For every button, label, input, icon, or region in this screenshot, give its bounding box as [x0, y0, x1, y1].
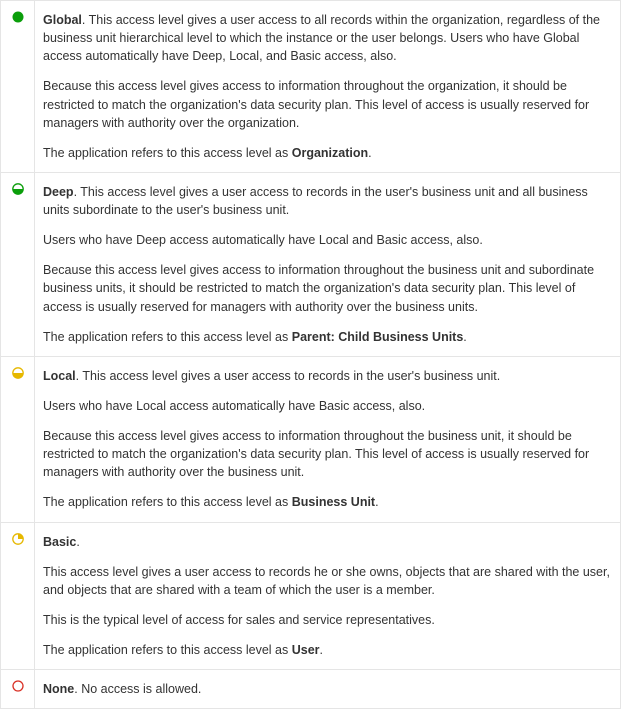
ref-bold: Business Unit — [292, 495, 375, 509]
desc-p1-text: . — [76, 535, 79, 549]
desc-p2: Users who have Deep access automatically… — [43, 231, 612, 249]
ref-bold: User — [292, 643, 320, 657]
desc-p1-text: . This access level gives a user access … — [43, 185, 588, 217]
table-row: Deep. This access level gives a user acc… — [1, 172, 621, 356]
description-cell: Deep. This access level gives a user acc… — [35, 172, 621, 356]
desc-p2: Users who have Local access automaticall… — [43, 397, 612, 415]
desc-p3: Because this access level gives access t… — [43, 261, 612, 315]
icon-cell — [1, 356, 35, 522]
description-cell: Global. This access level gives a user a… — [35, 1, 621, 173]
desc-p1-text: . This access level gives a user access … — [43, 13, 600, 63]
description-cell: None. No access is allowed. — [35, 670, 621, 709]
ref-suffix: . — [463, 330, 466, 344]
desc-p1: Deep. This access level gives a user acc… — [43, 183, 612, 219]
table-row: None. No access is allowed. — [1, 670, 621, 709]
level-name: Local — [43, 369, 76, 383]
desc-p1: Global. This access level gives a user a… — [43, 11, 612, 65]
desc-p2: This access level gives a user access to… — [43, 563, 612, 599]
desc-p1-text: . No access is allowed. — [74, 682, 201, 696]
description-cell: Local. This access level gives a user ac… — [35, 356, 621, 522]
icon-cell — [1, 1, 35, 173]
none-icon — [12, 680, 24, 692]
desc-p1: None. No access is allowed. — [43, 680, 612, 698]
level-name: None — [43, 682, 74, 696]
local-icon — [12, 367, 24, 379]
ref-prefix: The application refers to this access le… — [43, 495, 292, 509]
ref-suffix: . — [320, 643, 323, 657]
desc-ref: The application refers to this access le… — [43, 493, 612, 511]
desc-p1: Basic. — [43, 533, 612, 551]
icon-cell — [1, 522, 35, 670]
desc-p1: Local. This access level gives a user ac… — [43, 367, 612, 385]
ref-suffix: . — [375, 495, 378, 509]
icon-cell — [1, 172, 35, 356]
ref-prefix: The application refers to this access le… — [43, 643, 292, 657]
icon-cell — [1, 670, 35, 709]
ref-suffix: . — [368, 146, 371, 160]
table-row: Basic. This access level gives a user ac… — [1, 522, 621, 670]
level-name: Deep — [43, 185, 74, 199]
description-cell: Basic. This access level gives a user ac… — [35, 522, 621, 670]
desc-p2: Because this access level gives access t… — [43, 77, 612, 131]
desc-ref: The application refers to this access le… — [43, 144, 612, 162]
desc-ref: The application refers to this access le… — [43, 641, 612, 659]
ref-bold: Organization — [292, 146, 368, 160]
desc-p1-text: . This access level gives a user access … — [76, 369, 501, 383]
desc-p3: Because this access level gives access t… — [43, 427, 612, 481]
ref-prefix: The application refers to this access le… — [43, 330, 292, 344]
desc-ref: The application refers to this access le… — [43, 328, 612, 346]
basic-icon — [12, 533, 24, 545]
ref-prefix: The application refers to this access le… — [43, 146, 292, 160]
table-row: Local. This access level gives a user ac… — [1, 356, 621, 522]
table-row: Global. This access level gives a user a… — [1, 1, 621, 173]
level-name: Basic — [43, 535, 76, 549]
deep-icon — [12, 183, 24, 195]
ref-bold: Parent: Child Business Units — [292, 330, 464, 344]
level-name: Global — [43, 13, 82, 27]
desc-p3: This is the typical level of access for … — [43, 611, 612, 629]
global-icon — [12, 11, 24, 23]
access-level-table: Global. This access level gives a user a… — [0, 0, 621, 709]
